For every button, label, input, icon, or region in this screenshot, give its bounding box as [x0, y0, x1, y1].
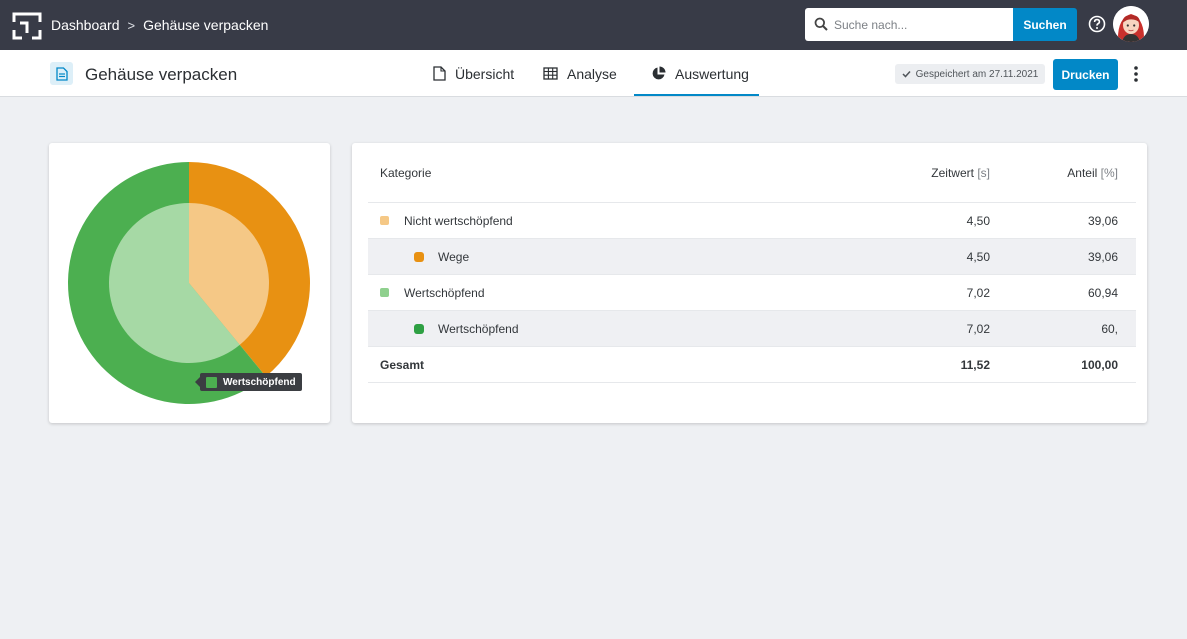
document-type-icon: [50, 62, 73, 85]
tab-label: Auswertung: [675, 65, 749, 82]
active-tab-indicator: [634, 94, 759, 96]
row-category: Wege: [414, 239, 469, 274]
saved-status-badge: Gespeichert am 27.11.2021: [895, 64, 1045, 84]
breadcrumb-current: Gehäuse verpacken: [143, 17, 269, 33]
row-time: 7,02: [966, 285, 990, 300]
more-options-icon[interactable]: [1129, 64, 1143, 84]
total-share: 100,00: [1081, 357, 1118, 372]
row-category: Wertschöpfend: [380, 275, 485, 310]
pie-chart-icon: [652, 66, 666, 80]
header-time-label: Zeitwert: [931, 165, 974, 180]
page-header: Gehäuse verpacken Übersicht Analyse Ausw…: [0, 50, 1187, 97]
search-box: [805, 8, 1013, 41]
table-header-row: Kategorie Zeitwert [s] Anteil [%]: [368, 143, 1136, 203]
row-time: 4,50: [966, 249, 990, 264]
table-icon: [543, 67, 558, 80]
app-logo-icon[interactable]: [12, 12, 42, 40]
header-share-unit: [%]: [1100, 165, 1118, 180]
tab-label: Übersicht: [455, 65, 515, 82]
avatar[interactable]: [1113, 6, 1149, 42]
page-title: Gehäuse verpacken: [85, 65, 238, 84]
row-share: 60,: [1101, 321, 1118, 336]
category-swatch: [380, 288, 389, 297]
saved-status-text: Gespeichert am 27.11.2021: [915, 68, 1039, 80]
row-share: 39,06: [1087, 249, 1118, 264]
header-time-unit: [s]: [977, 165, 990, 180]
row-time: 7,02: [966, 321, 990, 336]
tab-label: Analyse: [567, 65, 617, 82]
table-row[interactable]: Nicht wertschöpfend 4,50 39,06: [368, 203, 1136, 239]
row-label: Wertschöpfend: [438, 321, 519, 336]
header-category: Kategorie: [380, 165, 432, 180]
breadcrumb: Dashboard > Gehäuse verpacken: [51, 17, 268, 33]
total-label: Gesamt: [380, 357, 425, 372]
breadcrumb-separator: >: [127, 17, 136, 33]
tab-uebersicht[interactable]: Übersicht: [433, 50, 514, 97]
row-category: Wertschöpfend: [414, 311, 519, 346]
row-category: Nicht wertschöpfend: [380, 203, 513, 238]
search-icon: [814, 17, 828, 31]
print-button[interactable]: Drucken: [1053, 59, 1118, 90]
results-table: Kategorie Zeitwert [s] Anteil [%] Nicht …: [368, 143, 1136, 383]
table-card: Kategorie Zeitwert [s] Anteil [%] Nicht …: [352, 143, 1147, 423]
category-swatch: [414, 251, 424, 262]
total-time: 11,52: [960, 357, 990, 372]
table-row[interactable]: Wege 4,50 39,06: [368, 239, 1136, 275]
table-row[interactable]: Wertschöpfend 7,02 60,: [368, 311, 1136, 347]
row-time: 4,50: [966, 213, 990, 228]
row-label: Wertschöpfend: [404, 285, 485, 300]
table-total-row: Gesamt 11,52 100,00: [368, 347, 1136, 383]
chart-tooltip: Wertschöpfend: [195, 373, 302, 391]
row-label: Nicht wertschöpfend: [404, 213, 513, 228]
category-swatch: [380, 216, 389, 225]
tab-auswertung[interactable]: Auswertung: [651, 50, 749, 97]
header-share: Anteil [%]: [1067, 143, 1118, 202]
table-row[interactable]: Wertschöpfend 7,02 60,94: [368, 275, 1136, 311]
document-icon: [433, 66, 446, 81]
search-button[interactable]: Suchen: [1013, 8, 1077, 41]
help-icon[interactable]: [1088, 15, 1106, 33]
row-label: Wege: [438, 249, 470, 264]
tooltip-label: Wertschöpfend: [223, 376, 296, 388]
check-icon: [902, 70, 911, 78]
breadcrumb-dashboard-link[interactable]: Dashboard: [51, 17, 120, 33]
tab-analyse[interactable]: Analyse: [543, 50, 617, 97]
tooltip-swatch: [206, 376, 217, 388]
row-share: 39,06: [1087, 213, 1118, 228]
row-share: 60,94: [1087, 285, 1118, 300]
category-swatch: [414, 323, 424, 334]
search-input[interactable]: [834, 8, 1009, 41]
top-bar: Dashboard > Gehäuse verpacken Suche n: [0, 0, 1187, 50]
header-time: Zeitwert [s]: [931, 143, 990, 202]
header-share-label: Anteil: [1067, 165, 1098, 180]
user-avatar-icon: [1113, 6, 1149, 42]
chart-card: Wertschöpfend: [49, 143, 330, 423]
